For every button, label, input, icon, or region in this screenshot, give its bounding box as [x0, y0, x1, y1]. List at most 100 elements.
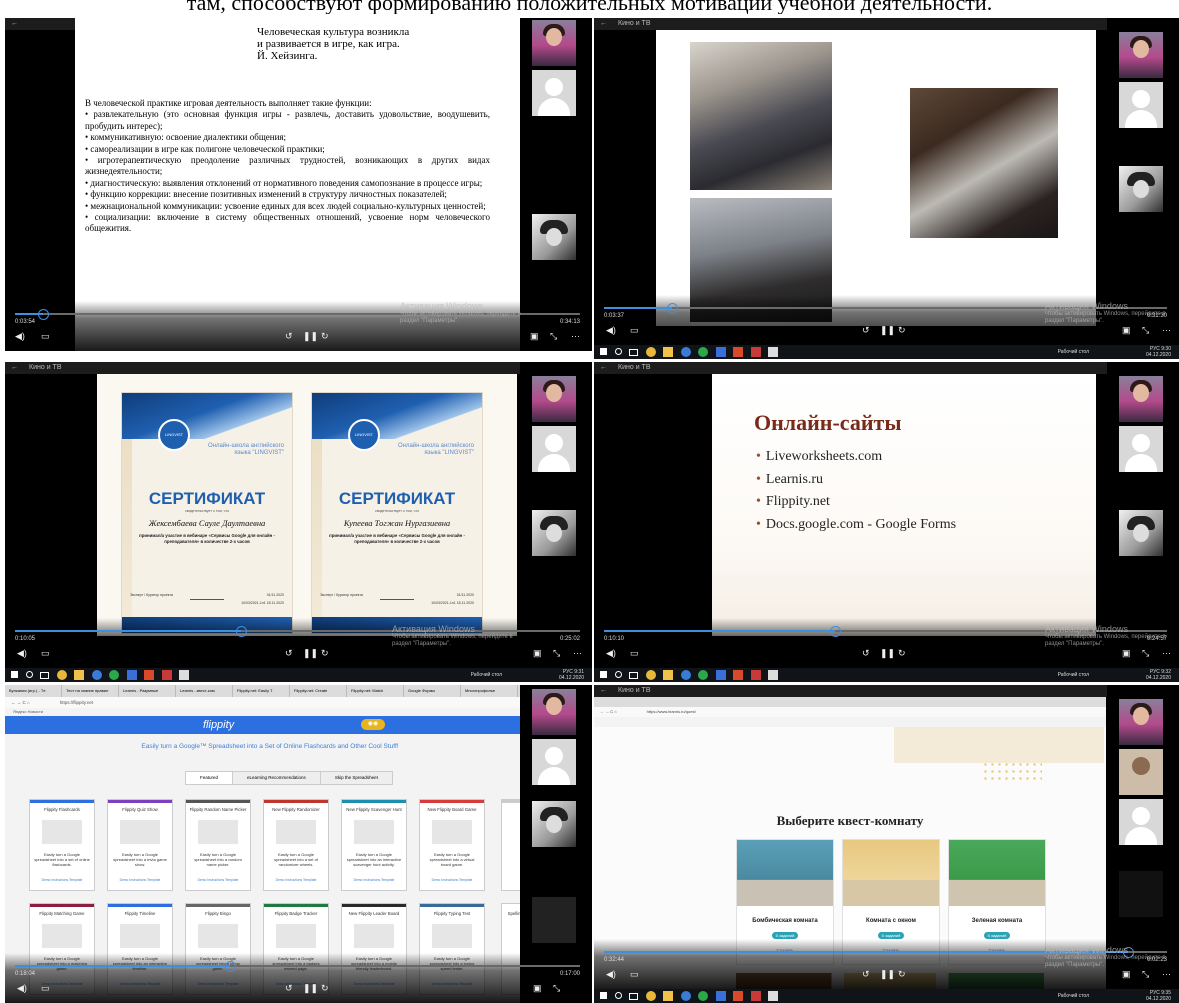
- rewind-icon[interactable]: ↺: [285, 648, 293, 658]
- card-links[interactable]: Demo Instructions Template: [264, 878, 328, 882]
- nav-arrows-icon[interactable]: ← → C ⌂: [600, 709, 617, 714]
- tab-skip[interactable]: Skip the Spreadsheet: [319, 771, 393, 785]
- app-icon[interactable]: [91, 670, 102, 680]
- app-icon[interactable]: [109, 670, 120, 680]
- seek-thumb[interactable]: [666, 303, 678, 314]
- forward-icon[interactable]: ↻: [898, 969, 906, 979]
- chrome-icon[interactable]: [645, 991, 656, 1001]
- participant-video[interactable]: [532, 689, 576, 735]
- chrome-icon[interactable]: [645, 670, 656, 680]
- forward-icon[interactable]: ↻: [321, 648, 329, 658]
- app-icon[interactable]: [161, 670, 172, 680]
- app-icon[interactable]: [680, 670, 691, 680]
- seek-thumb[interactable]: [236, 626, 247, 637]
- participant-avatar[interactable]: [532, 70, 576, 116]
- fullscreen-icon[interactable]: ⤡: [550, 331, 557, 341]
- pause-icon[interactable]: ❚❚: [880, 325, 895, 335]
- movies-app-icon[interactable]: [768, 670, 779, 680]
- back-arrow-icon[interactable]: ←: [600, 362, 607, 374]
- subtitles-icon[interactable]: ▭: [630, 325, 639, 335]
- card-links[interactable]: Demo Instructions Template: [30, 878, 94, 882]
- activity-card[interactable]: Flippity Quiz Show Easily turn a Google s…: [107, 799, 173, 891]
- forward-icon[interactable]: ↻: [898, 325, 906, 335]
- tab-elearning[interactable]: eLearning Recommendations: [232, 771, 321, 785]
- app-icon[interactable]: [733, 670, 744, 680]
- participant-video-off[interactable]: [1119, 871, 1163, 917]
- pause-icon[interactable]: ❚❚: [303, 331, 318, 341]
- subtitles-icon[interactable]: ▭: [630, 648, 639, 658]
- app-icon[interactable]: [750, 670, 761, 680]
- pause-icon[interactable]: ❚❚: [880, 969, 895, 979]
- browser-tab[interactable]: Тест на знание правил: [62, 685, 119, 697]
- app-icon[interactable]: [680, 347, 691, 357]
- fullscreen-icon[interactable]: ⤡: [553, 983, 560, 993]
- more-icon[interactable]: ···: [1162, 648, 1171, 658]
- participant-video[interactable]: [532, 376, 576, 422]
- forward-icon[interactable]: ↻: [321, 983, 329, 993]
- app-icon[interactable]: [715, 670, 726, 680]
- volume-icon[interactable]: ◀): [17, 648, 27, 658]
- participant-video[interactable]: [1119, 32, 1163, 78]
- search-icon[interactable]: [614, 671, 622, 678]
- card-links[interactable]: Demo Instructions Template: [108, 878, 172, 882]
- seek-bar[interactable]: [15, 961, 580, 972]
- activity-card[interactable]: New Flippity Scavenger Hunt Easily turn a…: [341, 799, 407, 891]
- movies-app-icon[interactable]: [768, 991, 779, 1001]
- task-view-icon[interactable]: [629, 349, 639, 356]
- miniplayer-icon[interactable]: ▣: [533, 648, 542, 658]
- more-icon[interactable]: ···: [1162, 325, 1171, 335]
- fullscreen-icon[interactable]: ⤡: [1142, 648, 1149, 658]
- task-view-icon[interactable]: [40, 672, 50, 679]
- rewind-icon[interactable]: ↺: [862, 648, 870, 658]
- chrome-icon[interactable]: [645, 347, 656, 357]
- search-icon[interactable]: [614, 992, 622, 999]
- more-icon[interactable]: ···: [1162, 969, 1171, 979]
- seek-thumb[interactable]: [38, 309, 50, 320]
- subtitles-icon[interactable]: ▭: [41, 648, 50, 658]
- miniplayer-icon[interactable]: ▣: [1122, 648, 1131, 658]
- participant-video[interactable]: [532, 214, 576, 260]
- back-arrow-icon[interactable]: ←: [11, 18, 18, 30]
- browser-tab[interactable]: Learnis - Разумные: [119, 685, 176, 697]
- app-icon[interactable]: [715, 347, 726, 357]
- address-bar[interactable]: ← → C ⌂ https://flippity.net: [5, 697, 535, 708]
- subtitles-icon[interactable]: ▭: [41, 331, 50, 341]
- participant-video[interactable]: [1119, 166, 1163, 212]
- subtitles-icon[interactable]: ▭: [41, 983, 50, 993]
- forward-icon[interactable]: ↻: [898, 648, 906, 658]
- activity-card[interactable]: Flippity Flashcards Easily turn a Google …: [29, 799, 95, 891]
- participant-video-off[interactable]: [532, 897, 576, 943]
- app-icon[interactable]: [733, 347, 744, 357]
- card-links[interactable]: Demo Instructions Template: [342, 878, 406, 882]
- seek-thumb[interactable]: [224, 961, 236, 972]
- address-bar[interactable]: ← → C ⌂ https://www.learnis.ru/quest: [594, 707, 1106, 717]
- participant-video[interactable]: [1119, 749, 1163, 795]
- flippity-logo[interactable]: flippity: [203, 719, 234, 731]
- app-icon[interactable]: [698, 347, 709, 357]
- participant-avatar[interactable]: [1119, 426, 1163, 472]
- participant-avatar[interactable]: [1119, 799, 1163, 845]
- task-view-icon[interactable]: [629, 672, 639, 679]
- rewind-icon[interactable]: ↺: [862, 969, 870, 979]
- pause-icon[interactable]: ❚❚: [303, 983, 318, 993]
- app-icon[interactable]: [733, 991, 744, 1001]
- file-explorer-icon[interactable]: [74, 670, 85, 680]
- rewind-icon[interactable]: ↺: [285, 983, 293, 993]
- tab-featured[interactable]: Featured: [185, 771, 234, 785]
- participant-avatar[interactable]: [1119, 82, 1163, 128]
- subtitles-icon[interactable]: ▭: [630, 969, 639, 979]
- miniplayer-icon[interactable]: ▣: [530, 331, 539, 341]
- start-icon[interactable]: [11, 671, 18, 678]
- search-icon[interactable]: [25, 671, 33, 678]
- volume-icon[interactable]: ◀): [17, 983, 27, 993]
- volume-icon[interactable]: ◀): [606, 325, 616, 335]
- participant-video[interactable]: [532, 20, 576, 66]
- app-icon[interactable]: [750, 347, 761, 357]
- browser-tab[interactable]: Вулкания (игр.) - Тe: [5, 685, 62, 697]
- rewind-icon[interactable]: ↺: [285, 331, 293, 341]
- browser-tab[interactable]: Flippity.net: Easily T: [233, 685, 290, 697]
- file-explorer-icon[interactable]: [663, 670, 674, 680]
- forward-icon[interactable]: ↻: [321, 331, 329, 341]
- app-icon[interactable]: [680, 991, 691, 1001]
- app-icon[interactable]: [715, 991, 726, 1001]
